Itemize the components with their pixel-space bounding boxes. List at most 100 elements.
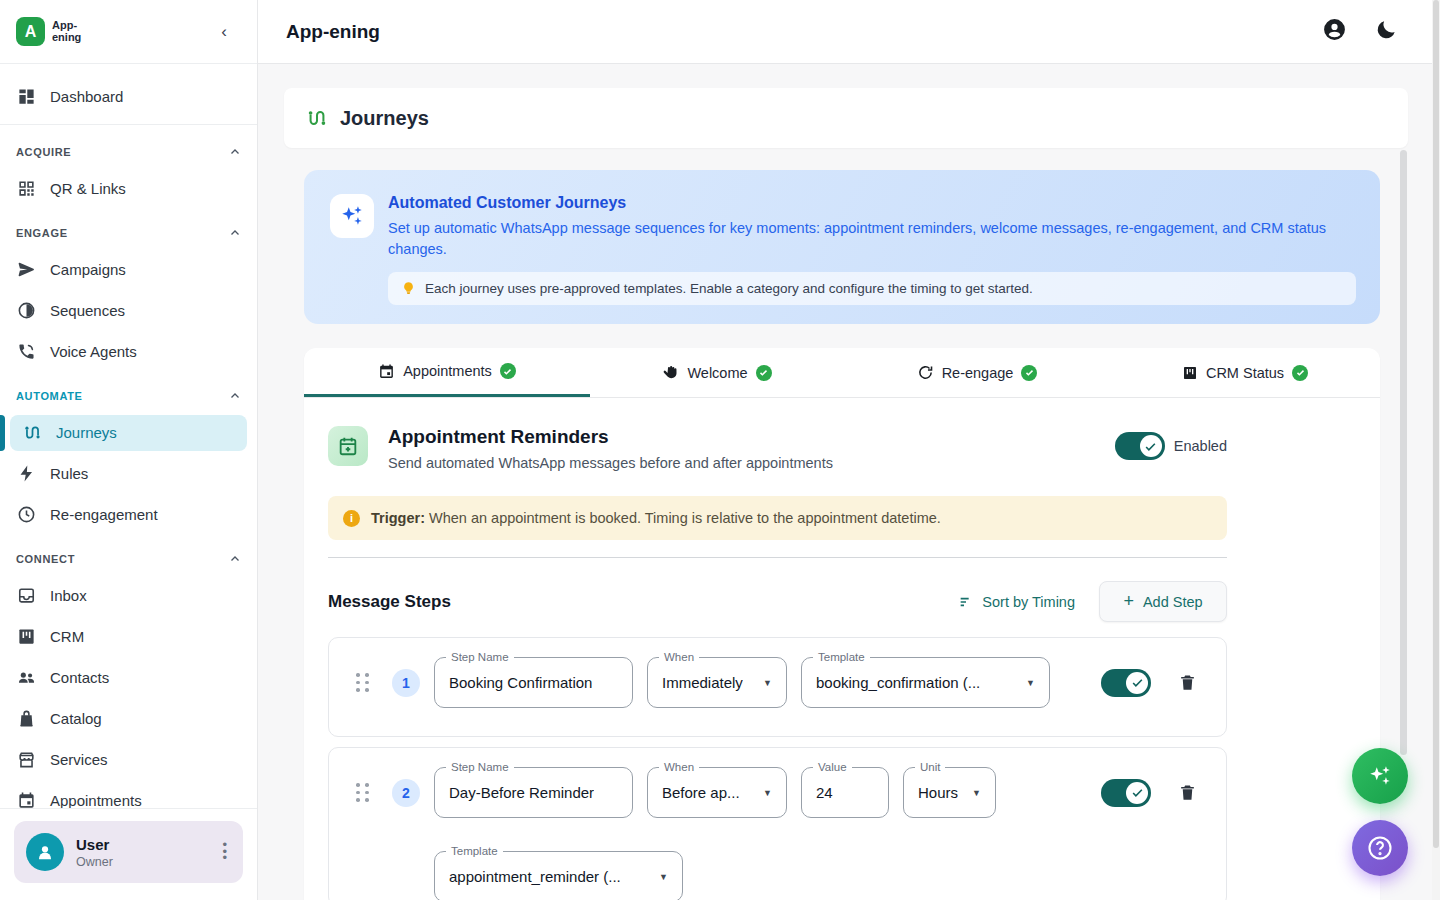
section-acquire[interactable]: ACQUIRE: [0, 128, 257, 168]
lightning-icon: [16, 464, 36, 484]
sidebar-item-voice-agents[interactable]: Voice Agents: [0, 331, 257, 372]
check-icon: [1292, 365, 1308, 381]
banner-tip: Each journey uses pre-approved templates…: [388, 272, 1356, 305]
page-title: Journeys: [340, 107, 429, 130]
sidebar-item-rules[interactable]: Rules: [0, 453, 257, 494]
step-number: 2: [392, 779, 420, 807]
content-scrollbar[interactable]: [1400, 150, 1407, 755]
user-card[interactable]: User Owner •••: [14, 821, 243, 883]
chevron-up-icon: [229, 146, 241, 158]
dropdown-caret-icon: ▼: [755, 678, 772, 688]
sidebar-item-contacts[interactable]: Contacts: [0, 657, 257, 698]
enabled-label: Enabled: [1174, 438, 1227, 454]
value-field[interactable]: Value 24: [801, 767, 889, 818]
sidebar-item-catalog[interactable]: Catalog: [0, 698, 257, 739]
route-icon: [22, 423, 42, 443]
header-title: App-ening: [286, 21, 380, 43]
help-button[interactable]: [1352, 820, 1408, 876]
sidebar-item-label: Re-engagement: [50, 506, 158, 523]
reminders-title: Appointment Reminders: [388, 426, 833, 448]
sidebar-collapse-button[interactable]: ‹: [221, 22, 227, 42]
section-connect[interactable]: CONNECT: [0, 535, 257, 575]
section-label: ENGAGE: [16, 227, 68, 239]
delete-step-icon[interactable]: [1178, 783, 1197, 802]
kanban-icon: [16, 627, 36, 647]
section-engage[interactable]: ENGAGE: [0, 209, 257, 249]
step-name-field[interactable]: Step Name Day-Before Reminder: [434, 767, 633, 818]
template-select[interactable]: Template booking_confirmation (... ▼: [801, 657, 1050, 708]
step-name-field[interactable]: Step Name Booking Confirmation: [434, 657, 633, 708]
sidebar-item-services[interactable]: Services: [0, 739, 257, 780]
section-label: AUTOMATE: [16, 390, 83, 402]
tab-label: Re-engage: [942, 365, 1014, 381]
calendar-icon: [378, 363, 395, 380]
sidebar-item-journeys[interactable]: Journeys: [10, 415, 247, 451]
bag-icon: [16, 709, 36, 729]
trigger-bold: Trigger:: [371, 510, 425, 526]
page-title-card: Journeys: [284, 88, 1408, 148]
sidebar-item-inbox[interactable]: Inbox: [0, 575, 257, 616]
chevron-up-icon: [229, 390, 241, 402]
sort-by-timing-button[interactable]: Sort by Timing: [958, 594, 1075, 610]
refresh-icon: [917, 364, 934, 381]
sidebar-item-crm[interactable]: CRM: [0, 616, 257, 657]
tabs-row: Appointments Welcome Re-engage CRM Statu…: [304, 348, 1380, 398]
tab-crm-status[interactable]: CRM Status: [1110, 348, 1380, 397]
drag-handle-icon[interactable]: [356, 783, 369, 802]
user-name: User: [76, 836, 113, 853]
dropdown-caret-icon: ▼: [651, 872, 668, 882]
drag-handle-icon[interactable]: [356, 673, 369, 692]
tab-appointments[interactable]: Appointments: [304, 348, 590, 397]
ai-assistant-button[interactable]: [1352, 748, 1408, 804]
sidebar-item-label: Journeys: [56, 424, 117, 441]
qr-icon: [16, 179, 36, 199]
when-select[interactable]: When Before ap... ▼: [647, 767, 787, 818]
appointment-calendar-icon: [328, 426, 368, 466]
sidebar-item-campaigns[interactable]: Campaigns: [0, 249, 257, 290]
lightbulb-icon: [401, 281, 416, 296]
trigger-text: When an appointment is booked. Timing is…: [429, 510, 941, 526]
tab-welcome[interactable]: Welcome: [590, 348, 844, 397]
template-select[interactable]: Template appointment_reminder (... ▼: [434, 851, 683, 900]
sidebar-item-label: Sequences: [50, 302, 125, 319]
journeys-banner: Automated Customer Journeys Set up autom…: [304, 170, 1380, 324]
trigger-banner: i Trigger: When an appointment is booked…: [328, 496, 1227, 540]
dark-mode-icon[interactable]: [1375, 18, 1398, 45]
sidebar-item-label: Rules: [50, 465, 88, 482]
step-row-2: 2 Step Name Day-Before Reminder When Bef…: [328, 747, 1227, 900]
sidebar-item-qr-links[interactable]: QR & Links: [0, 168, 257, 209]
people-icon: [16, 668, 36, 688]
banner-tip-text: Each journey uses pre-approved templates…: [425, 281, 1033, 296]
sidebar-item-re-engagement[interactable]: Re-engagement: [0, 494, 257, 535]
reminders-toggle[interactable]: [1115, 432, 1165, 460]
check-icon: [1021, 365, 1037, 381]
clock-icon: [16, 505, 36, 525]
check-icon: [500, 363, 516, 379]
sidebar-item-label: Dashboard: [50, 88, 123, 105]
dropdown-caret-icon: ▼: [755, 788, 772, 798]
chevron-up-icon: [229, 553, 241, 565]
dropdown-caret-icon: ▼: [1018, 678, 1035, 688]
tab-re-engage[interactable]: Re-engage: [844, 348, 1110, 397]
when-select[interactable]: When Immediately ▼: [647, 657, 787, 708]
unit-select[interactable]: Unit Hours ▼: [903, 767, 996, 818]
step-toggle[interactable]: [1101, 779, 1151, 807]
add-step-button[interactable]: +Add Step: [1099, 581, 1227, 622]
user-role: Owner: [76, 855, 113, 869]
app-logo: A: [16, 17, 45, 46]
dropdown-caret-icon: ▼: [964, 788, 981, 798]
message-steps-title: Message Steps: [328, 592, 451, 612]
sidebar-item-dashboard[interactable]: Dashboard: [0, 74, 257, 118]
sidebar-item-label: Catalog: [50, 710, 102, 727]
sidebar-item-appointments[interactable]: Appointments: [0, 780, 257, 808]
page-scrollbar[interactable]: [1432, 0, 1440, 900]
sidebar-item-label: Contacts: [50, 669, 109, 686]
sidebar-item-sequences[interactable]: Sequences: [0, 290, 257, 331]
account-icon[interactable]: [1322, 17, 1347, 46]
step-toggle[interactable]: [1101, 669, 1151, 697]
chevron-up-icon: [229, 227, 241, 239]
section-automate[interactable]: AUTOMATE: [0, 372, 257, 412]
sidebar-logo-row: A App-ening ‹: [0, 0, 257, 64]
delete-step-icon[interactable]: [1178, 673, 1197, 692]
user-menu-button[interactable]: •••: [222, 842, 231, 862]
